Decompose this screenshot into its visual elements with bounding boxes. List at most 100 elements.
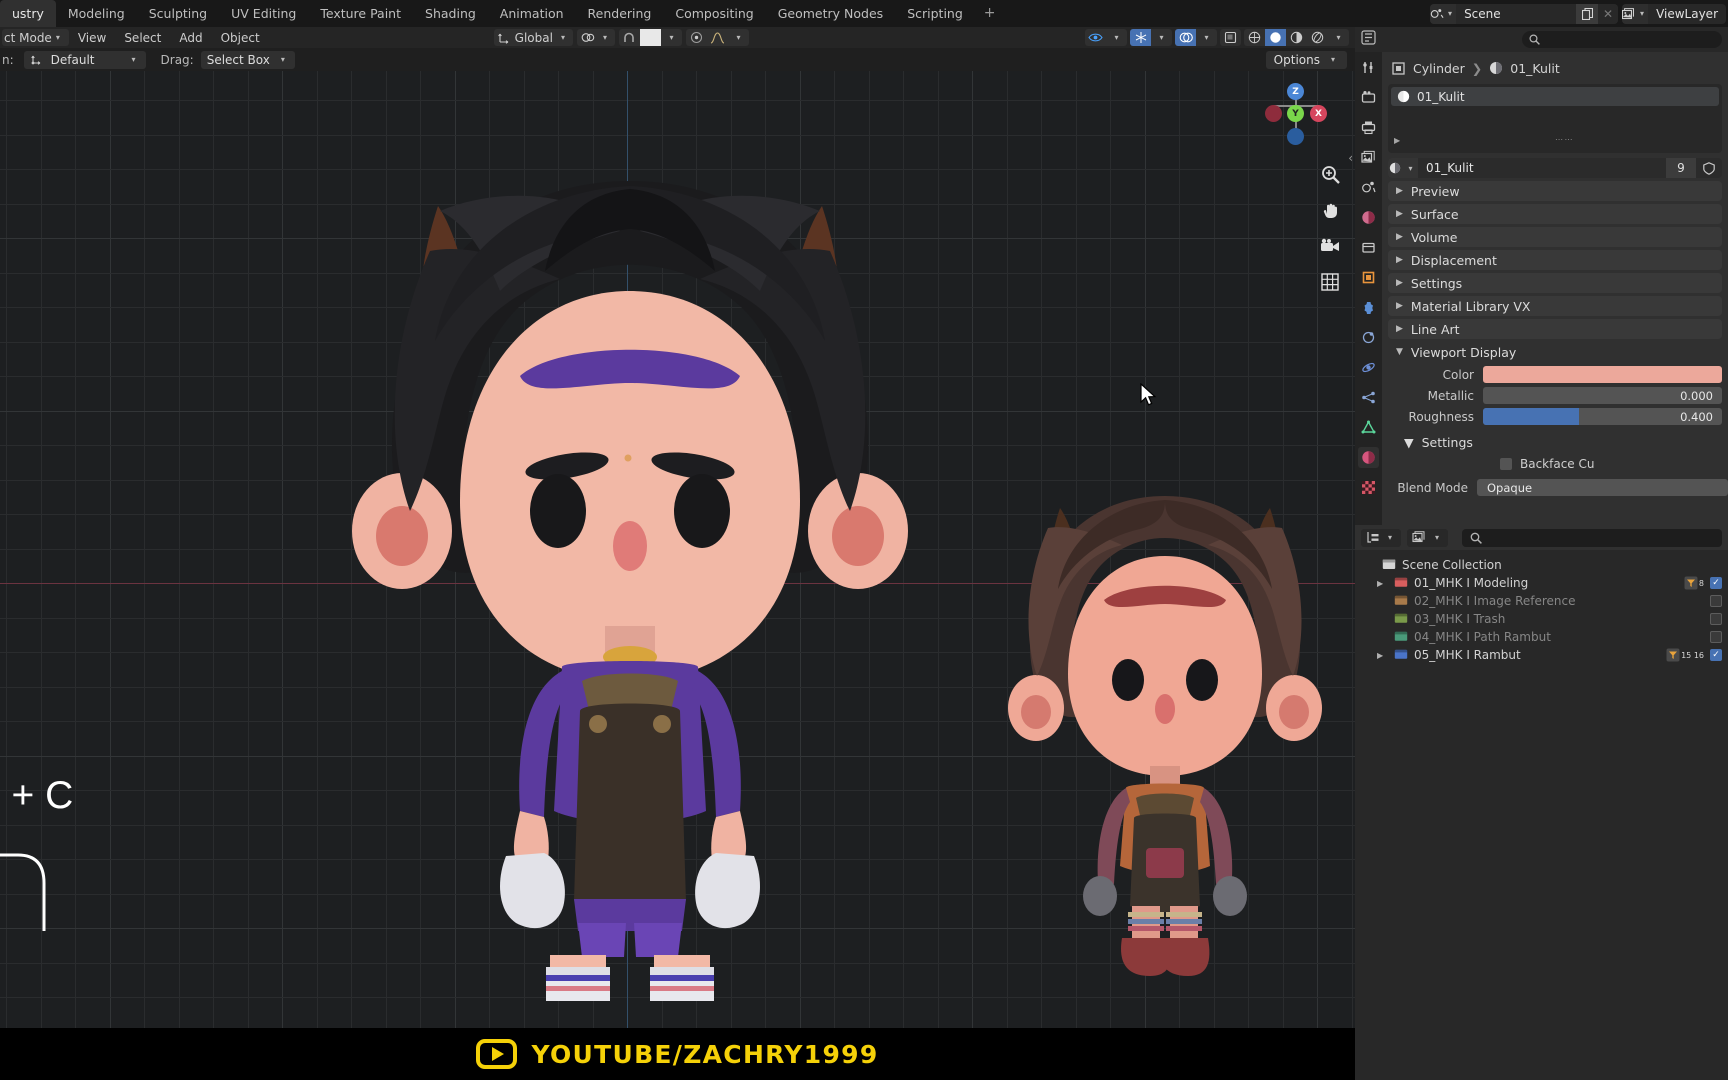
material-slot-row[interactable]: 01_Kulit bbox=[1391, 87, 1719, 106]
interaction-mode-dropdown[interactable]: ct Mode ▾ bbox=[2, 29, 69, 46]
chevron-down-icon[interactable]: ▾ bbox=[1151, 29, 1172, 46]
proportional-edit-group[interactable]: ▾ bbox=[685, 29, 749, 46]
visibility-group[interactable]: ▾ bbox=[1085, 29, 1127, 46]
settings-subpanel-header[interactable]: ▼ Settings bbox=[1404, 435, 1728, 450]
workspace-tab-geometry-nodes[interactable]: Geometry Nodes bbox=[766, 0, 895, 27]
material-preview-shading-icon[interactable] bbox=[1286, 29, 1307, 46]
roughness-slider[interactable]: 0.400 bbox=[1483, 408, 1722, 425]
panel-material-library-vx[interactable]: ▶ Material Library VX bbox=[1388, 296, 1722, 316]
properties-tab-tool[interactable] bbox=[1358, 57, 1379, 78]
sidebar-toggle-icon[interactable]: ‹ bbox=[1348, 151, 1353, 165]
workspace-tab-modeling[interactable]: Modeling bbox=[56, 0, 137, 27]
outliner-filter-dropdown[interactable]: ▾ bbox=[1407, 528, 1449, 547]
properties-tab-particles[interactable] bbox=[1358, 327, 1379, 348]
expand-arrow-icon[interactable]: ▶ bbox=[1377, 579, 1388, 588]
properties-tab-render[interactable] bbox=[1358, 87, 1379, 108]
add-workspace-button[interactable]: + bbox=[975, 0, 1005, 27]
fake-user-icon[interactable] bbox=[1696, 158, 1722, 178]
properties-editor-icon[interactable] bbox=[1361, 30, 1376, 49]
expand-arrow-icon[interactable]: ▶ bbox=[1377, 651, 1388, 660]
snap-target-button[interactable] bbox=[639, 29, 661, 46]
properties-tab-object-data[interactable] bbox=[1358, 417, 1379, 438]
properties-tab-texture[interactable] bbox=[1358, 477, 1379, 498]
material-name-field[interactable]: ▾ 01_Kulit 9 bbox=[1388, 158, 1722, 178]
rendered-shading-icon[interactable] bbox=[1307, 29, 1328, 46]
panel-volume[interactable]: ▶ Volume bbox=[1388, 227, 1722, 247]
xray-icon[interactable] bbox=[1220, 29, 1241, 46]
panel-line-art[interactable]: ▶ Line Art bbox=[1388, 319, 1722, 339]
eye-icon[interactable] bbox=[1085, 29, 1106, 46]
outliner-display-mode-dropdown[interactable]: ▾ bbox=[1361, 528, 1402, 547]
gizmo-group[interactable]: ▾ bbox=[1130, 29, 1172, 46]
outliner-row-badge[interactable]: 8 bbox=[1684, 576, 1704, 590]
active-tool-dropdown[interactable]: Default ▾ bbox=[23, 50, 146, 69]
chevron-down-icon[interactable]: ▾ bbox=[661, 29, 682, 46]
properties-tab-object[interactable] bbox=[1358, 267, 1379, 288]
chevron-down-icon[interactable]: ▾ bbox=[1106, 29, 1127, 46]
metallic-slider[interactable]: 0.000 bbox=[1483, 387, 1722, 404]
shading-mode-group[interactable]: ▾ bbox=[1244, 29, 1349, 46]
properties-tab-material[interactable] bbox=[1358, 447, 1379, 468]
panel-viewport-display[interactable]: ▼ Viewport Display bbox=[1388, 342, 1722, 362]
gizmo-axis-x[interactable]: X bbox=[1310, 105, 1327, 122]
outliner-row-03-mhk-i-trash[interactable]: 03_MHK I Trash bbox=[1355, 610, 1728, 628]
gizmo-icon[interactable] bbox=[1130, 29, 1151, 46]
properties-tab-world[interactable] bbox=[1358, 207, 1379, 228]
panel-preview[interactable]: ▶ Preview bbox=[1388, 181, 1722, 201]
material-users-count[interactable]: 9 bbox=[1666, 158, 1696, 178]
scene-name-field[interactable]: Scene bbox=[1456, 3, 1577, 24]
3d-viewport[interactable]: Z X Y ‹ l + C YOUTUBE/ZACHRY1999 bbox=[0, 71, 1355, 1080]
properties-tab-constraints[interactable] bbox=[1358, 387, 1379, 408]
outliner-row-badge[interactable]: 15 16 bbox=[1666, 648, 1704, 662]
viewlayer-selector[interactable]: ▾ ViewLayer bbox=[1622, 3, 1726, 24]
properties-tab-modifier[interactable] bbox=[1358, 297, 1379, 318]
magnet-icon[interactable] bbox=[619, 29, 640, 46]
material-name-value[interactable]: 01_Kulit bbox=[1418, 161, 1666, 175]
outliner-row-05-mhk-i-rambut[interactable]: ▶ 05_MHK I Rambut 15 16 ✓ bbox=[1355, 646, 1728, 664]
outliner-row-01-mhk-i-modeling[interactable]: ▶ 01_MHK I Modeling 8 ✓ bbox=[1355, 574, 1728, 592]
gizmo-axis-neg-z[interactable] bbox=[1287, 128, 1304, 145]
chevron-down-icon[interactable]: ▾ bbox=[728, 29, 749, 46]
properties-tab-physics[interactable] bbox=[1358, 357, 1379, 378]
material-browse-icon[interactable]: ▾ bbox=[1388, 158, 1418, 178]
workspace-tab-shading[interactable]: Shading bbox=[413, 0, 488, 27]
properties-tab-collection[interactable] bbox=[1358, 237, 1379, 258]
new-scene-button[interactable] bbox=[1576, 3, 1599, 24]
workspace-tab-compositing[interactable]: Compositing bbox=[663, 0, 765, 27]
backface-culling-row[interactable]: Backface Cu bbox=[1500, 457, 1728, 471]
viewport-menu-select[interactable]: Select bbox=[115, 31, 170, 45]
viewport-menu-add[interactable]: Add bbox=[170, 31, 211, 45]
panel-displacement[interactable]: ▶ Displacement bbox=[1388, 250, 1722, 270]
blend-mode-dropdown[interactable]: Opaque bbox=[1477, 479, 1728, 496]
scene-selector[interactable]: ▾ Scene ✕ bbox=[1430, 3, 1619, 24]
outliner-checkbox[interactable] bbox=[1710, 631, 1722, 643]
overlays-group[interactable]: ▾ bbox=[1175, 29, 1217, 46]
breadcrumb-material[interactable]: 01_Kulit bbox=[1510, 61, 1560, 76]
workspace-tab-rendering[interactable]: Rendering bbox=[576, 0, 664, 27]
viewlayer-name-field[interactable]: ViewLayer bbox=[1648, 4, 1726, 24]
color-swatch[interactable] bbox=[1483, 366, 1722, 383]
zoom-icon[interactable] bbox=[1319, 163, 1341, 185]
backface-culling-checkbox[interactable] bbox=[1500, 458, 1512, 470]
workspace-tab-sculpting[interactable]: Sculpting bbox=[137, 0, 219, 27]
chevron-down-icon[interactable]: ▾ bbox=[1196, 29, 1217, 46]
outliner-checkbox[interactable] bbox=[1710, 595, 1722, 607]
proportional-edit-icon[interactable] bbox=[686, 29, 707, 46]
workspace-tab-scripting[interactable]: Scripting bbox=[895, 0, 975, 27]
grid-icon[interactable] bbox=[1319, 271, 1341, 293]
outliner-row-scene-collection[interactable]: Scene Collection bbox=[1355, 556, 1728, 574]
outliner-checkbox[interactable] bbox=[1710, 613, 1722, 625]
properties-tab-viewlayer[interactable] bbox=[1358, 147, 1379, 168]
breadcrumb-object[interactable]: Cylinder bbox=[1413, 61, 1465, 76]
gizmo-axis-y[interactable]: Y bbox=[1287, 105, 1304, 122]
gizmo-axis-neg-x[interactable] bbox=[1265, 105, 1282, 122]
solid-shading-icon[interactable] bbox=[1265, 29, 1286, 46]
workspace-tab-animation[interactable]: Animation bbox=[488, 0, 576, 27]
viewport-menu-view[interactable]: View bbox=[69, 31, 115, 45]
outliner-row-04-mhk-i-path-rambut[interactable]: 04_MHK I Path Rambut bbox=[1355, 628, 1728, 646]
material-list-grip[interactable]: ⋯⋯ bbox=[1555, 135, 1574, 144]
workspace-tab-texture-paint[interactable]: Texture Paint bbox=[308, 0, 413, 27]
camera-icon[interactable] bbox=[1319, 235, 1341, 257]
panel-settings[interactable]: ▶ Settings bbox=[1388, 273, 1722, 293]
material-slot-list[interactable]: 01_Kulit ▶ ⋯⋯ bbox=[1388, 84, 1722, 153]
